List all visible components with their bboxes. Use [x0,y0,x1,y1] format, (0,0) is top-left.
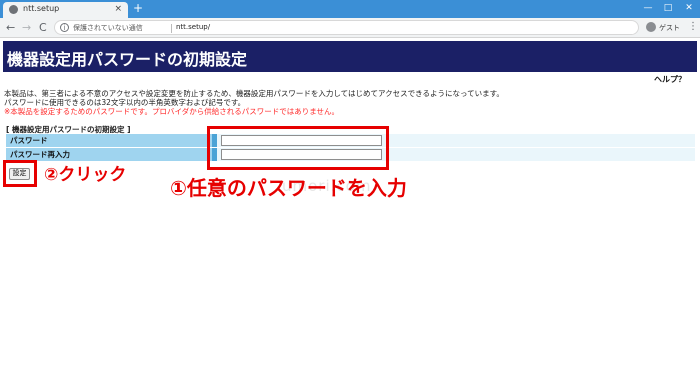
step2-annotation: ②クリック [44,165,127,185]
password-label: パスワード [6,134,214,147]
close-icon[interactable]: × [114,3,122,15]
maximize-icon[interactable]: □ [660,2,676,14]
globe-icon [9,5,18,14]
window-close-icon[interactable]: ✕ [681,2,697,14]
divider [171,24,172,33]
address-bar[interactable]: i 保護されていない通信 ntt.setup/ [54,20,639,35]
button-highlight-box [3,160,37,187]
help-link[interactable]: ヘルプ？ [654,74,686,85]
warning-text: ※本製品を設定するためのパスワードです。プロバイダから供給されるパスワードではあ… [4,107,340,116]
back-icon[interactable]: ← [6,21,15,34]
profile-label[interactable]: ゲスト [659,23,680,33]
url-text[interactable]: ntt.setup/ [176,23,210,31]
browser-tab[interactable]: ntt.setup × [3,2,128,18]
new-tab-button[interactable]: + [133,1,143,15]
tab-title: ntt.setup [23,4,60,13]
page-title: 機器設定用パスワードの初期設定 [7,50,248,69]
profile-icon[interactable] [646,22,656,32]
forward-icon[interactable]: → [22,21,31,34]
info-icon[interactable]: i [60,23,69,32]
page-header: 機器設定用パスワードの初期設定 [3,41,697,72]
reload-icon[interactable]: C [39,21,47,34]
menu-icon[interactable]: ⋮ [688,21,698,33]
input-highlight-box [207,126,389,170]
minimize-icon[interactable]: — [640,2,656,14]
security-status: 保護されていない通信 [73,24,143,32]
step1-annotation: ①任意のパスワードを入力 [170,176,407,200]
browser-titlebar: ntt.setup × + — □ ✕ [0,0,700,18]
browser-toolbar: ← → C i 保護されていない通信 ntt.setup/ ゲスト ⋮ [0,18,700,38]
